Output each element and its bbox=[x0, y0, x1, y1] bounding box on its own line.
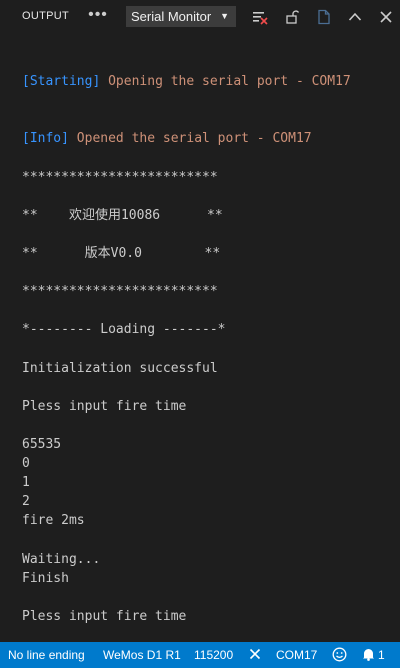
clear-output-icon[interactable] bbox=[250, 7, 270, 27]
console-line: Waiting... bbox=[22, 551, 101, 567]
starting-message: Opening the serial port - COM17 bbox=[100, 74, 351, 90]
serial-output-console[interactable]: [Starting] Opening the serial port - COM… bbox=[22, 34, 400, 626]
console-line: ************************* bbox=[22, 169, 218, 185]
console-line: Pless input fire time bbox=[22, 608, 187, 624]
tab-output[interactable]: OUTPUT bbox=[22, 10, 69, 22]
more-actions-button[interactable]: ••• bbox=[88, 6, 108, 26]
close-icon[interactable] bbox=[376, 7, 396, 27]
baud-rate-selector[interactable]: 115200 bbox=[194, 648, 233, 662]
console-line: Finish bbox=[22, 570, 69, 586]
info-tag: [Info] bbox=[22, 131, 69, 147]
console-line: *-------- Loading -------* bbox=[22, 322, 226, 338]
console-line: 0 bbox=[22, 456, 30, 472]
console-line: fire 2ms bbox=[22, 513, 85, 529]
console-scrollbar[interactable] bbox=[390, 34, 400, 642]
info-message: Opened the serial port - COM17 bbox=[68, 131, 312, 147]
open-log-icon[interactable] bbox=[314, 7, 334, 27]
notification-count: 1 bbox=[378, 648, 385, 662]
console-line-info: [Info] Opened the serial port - COM17 bbox=[22, 129, 400, 148]
console-line: 65535 bbox=[22, 436, 62, 452]
output-channel-select[interactable]: Serial Monitor ▼ bbox=[126, 6, 236, 27]
line-ending-selector[interactable]: No line ending bbox=[8, 648, 85, 662]
console-line: Initialization successful bbox=[22, 360, 218, 376]
starting-tag: [Starting] bbox=[22, 74, 101, 90]
lock-icon[interactable] bbox=[282, 7, 302, 27]
bell-icon[interactable] bbox=[362, 647, 375, 664]
smiley-icon[interactable] bbox=[332, 647, 347, 665]
chevron-down-icon: ▼ bbox=[220, 11, 229, 21]
console-line: 1 bbox=[22, 475, 30, 491]
console-line: ** 欢迎使用10086 ** bbox=[22, 207, 223, 223]
console-line: Pless input fire time bbox=[22, 398, 187, 414]
status-bar: No line ending WeMos D1 R1 115200 COM17 … bbox=[0, 642, 400, 668]
port-selector[interactable]: COM17 bbox=[276, 648, 317, 662]
close-serial-monitor-icon[interactable] bbox=[248, 647, 262, 664]
panel-header: OUTPUT ••• Serial Monitor ▼ bbox=[0, 0, 400, 34]
console-line-starting: [Starting] Opening the serial port - COM… bbox=[22, 72, 400, 91]
console-line: ** 版本V0.0 ** bbox=[22, 246, 221, 262]
chevron-up-icon[interactable] bbox=[345, 7, 365, 27]
board-selector[interactable]: WeMos D1 R1 bbox=[103, 648, 181, 662]
output-channel-value: Serial Monitor bbox=[131, 9, 212, 24]
console-line: 2 bbox=[22, 494, 30, 510]
console-line: ************************* bbox=[22, 284, 218, 300]
